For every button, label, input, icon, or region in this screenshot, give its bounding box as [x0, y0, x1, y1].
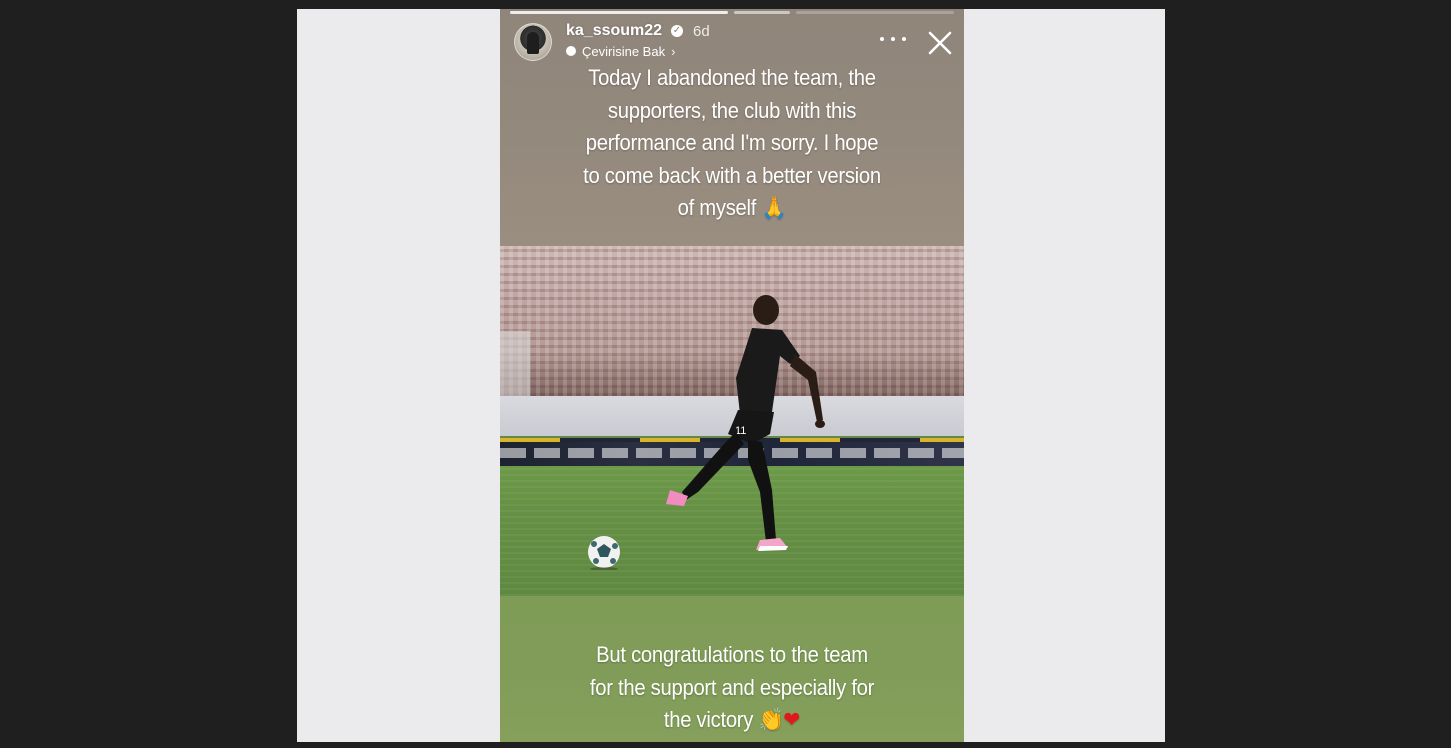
- caption-line: Today I abandoned the team, the: [588, 65, 876, 90]
- football-ball: [588, 536, 620, 570]
- clapping-hands-emoji: 👏: [758, 708, 784, 733]
- chevron-right-icon: ›: [671, 43, 676, 59]
- globe-icon: [566, 46, 576, 56]
- verified-check-icon: ✓: [671, 25, 683, 37]
- caption-line: for the support and especially for: [589, 674, 875, 700]
- more-horizontal-icon[interactable]: [880, 33, 906, 45]
- story-photo: 11: [500, 246, 964, 596]
- caption-line: But congratulations to the team: [596, 642, 868, 667]
- see-translation-label: Çevirisine Bak: [582, 43, 666, 59]
- story-time: 6d: [693, 23, 710, 40]
- story-progress-segment: [510, 11, 728, 14]
- close-icon[interactable]: [926, 29, 954, 57]
- see-translation-link[interactable]: Çevirisine Bak ›: [566, 42, 675, 60]
- caption-line: of myself: [677, 195, 757, 220]
- caption-line-last: of myself 🙏: [555, 192, 908, 226]
- caption-line: supporters, the club with this: [607, 97, 857, 123]
- story-progress-segment: [796, 11, 954, 14]
- story-progress-segment: [734, 11, 790, 14]
- caption-line: performance and I'm sorry. I hope: [585, 130, 879, 155]
- instagram-story[interactable]: ka_ssoum22 ✓ 6d Çevirisine Bak › Today I…: [500, 9, 964, 742]
- praying-hands-emoji: 🙏: [761, 196, 787, 221]
- story-caption-bottom: But congratulations to the team for the …: [555, 639, 908, 738]
- story-username[interactable]: ka_ssoum22: [566, 22, 662, 40]
- caption-line: to come back with a better version: [583, 162, 881, 188]
- caption-line-last: the victory 👏❤: [555, 704, 908, 738]
- avatar[interactable]: [514, 23, 552, 61]
- caption-line: the victory: [663, 707, 754, 732]
- story-caption-top: Today I abandoned the team, the supporte…: [555, 62, 908, 226]
- stand-stairs: [500, 331, 530, 396]
- red-heart-emoji: ❤: [783, 708, 801, 733]
- football-player: 11: [666, 295, 825, 551]
